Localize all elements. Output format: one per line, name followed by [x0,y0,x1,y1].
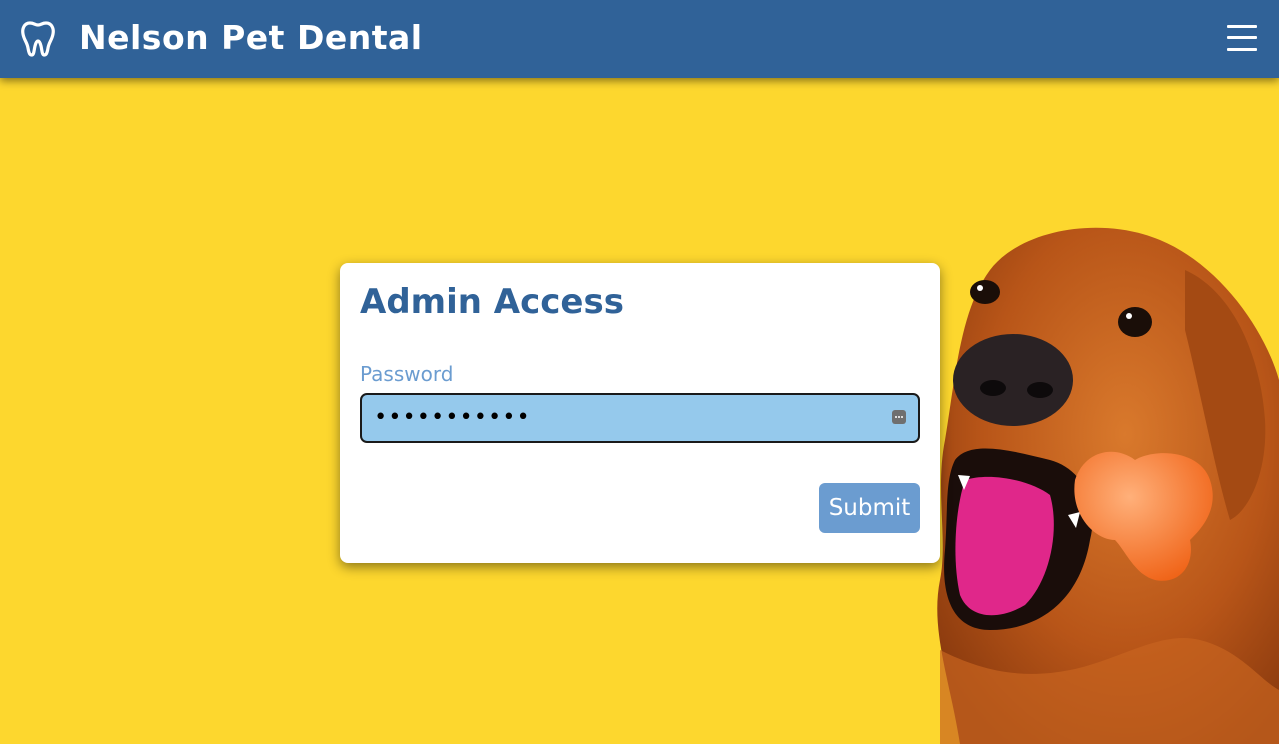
dog-illustration [937,227,1279,744]
password-input[interactable]: ••••••••••• [360,393,920,443]
site-title[interactable]: Nelson Pet Dental [79,14,423,62]
password-manager-icon[interactable] [892,410,906,424]
hamburger-menu-icon[interactable] [1224,22,1260,54]
tooth-icon[interactable] [20,20,56,57]
top-navbar: Nelson Pet Dental [0,0,1279,78]
password-value: ••••••••••• [374,405,531,430]
admin-login-card: Admin Access Password ••••••••••• Submit [340,263,940,563]
card-title: Admin Access [360,282,624,322]
submit-button[interactable]: Submit [819,483,920,533]
password-label: Password [360,362,454,386]
